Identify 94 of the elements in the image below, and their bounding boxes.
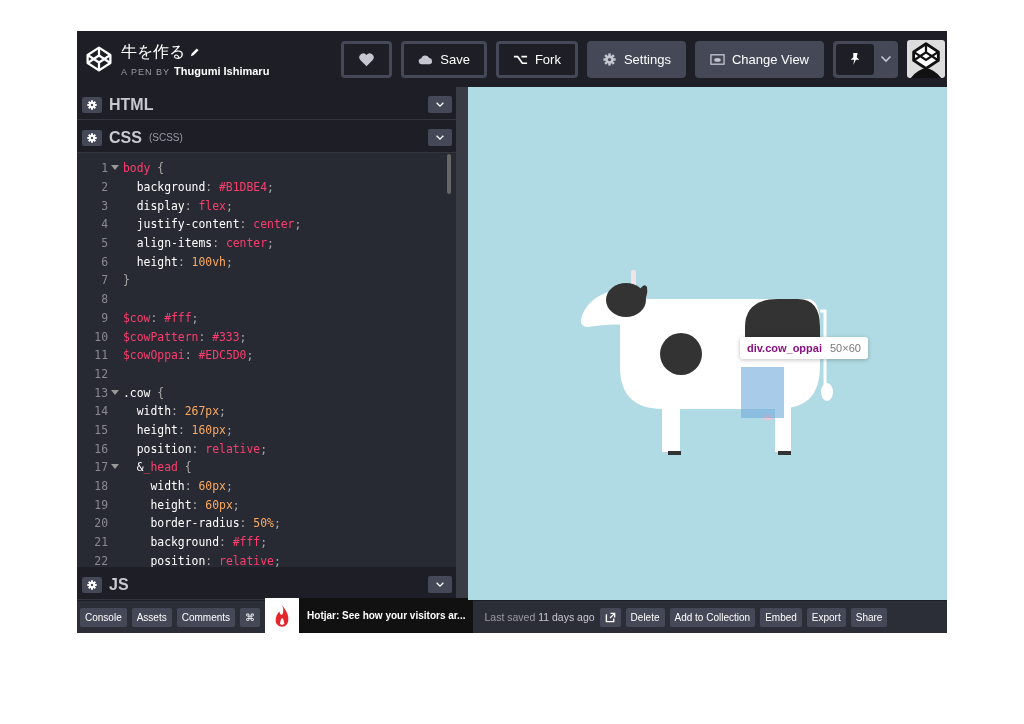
line-number: 2 — [100, 180, 108, 195]
editor-subtitle: (SCSS) — [148, 132, 183, 143]
header-button[interactable]: Fork — [495, 40, 578, 78]
line-number: 8 — [100, 292, 108, 307]
header-button[interactable]: Save — [401, 40, 487, 78]
author-link[interactable]: Thugumi Ishimaru — [174, 64, 270, 77]
pencil-icon[interactable] — [189, 46, 200, 58]
chevron-down-icon — [435, 134, 445, 141]
open-external-button[interactable] — [599, 607, 621, 627]
line-number: 5 — [100, 236, 108, 251]
line-number: 1 — [100, 161, 108, 176]
fold-icon[interactable] — [111, 165, 119, 172]
line-number: 10 — [93, 329, 108, 344]
chevron-down-icon — [435, 581, 445, 588]
caret-icon[interactable] — [880, 55, 892, 63]
element-selector: div.cow_oppai — [747, 342, 822, 354]
code-line: $cowOppai: #EDC5D0; — [123, 348, 254, 363]
code-line: $cow: #fff; — [123, 310, 199, 325]
code-line: background: #fff; — [149, 535, 268, 550]
code-line: width: 60px; — [149, 479, 233, 494]
chevron-down-icon — [435, 101, 445, 108]
code-line: width: 267px; — [135, 404, 226, 419]
pin-button[interactable] — [836, 43, 874, 75]
line-number: 7 — [100, 273, 108, 288]
line-number: 22 — [93, 553, 108, 567]
code-line: height: 60px; — [149, 497, 240, 512]
collapse-button[interactable] — [428, 576, 452, 593]
logo-icon[interactable] — [85, 45, 113, 73]
header-button[interactable]: Change View — [694, 40, 824, 78]
gear-icon — [601, 52, 617, 66]
line-number: 9 — [100, 310, 108, 325]
settings-icon[interactable] — [82, 96, 102, 113]
code-line: $cowPattern: #333; — [123, 329, 247, 344]
heart-icon — [358, 51, 376, 67]
code-line: justify-content: center; — [135, 217, 302, 232]
line-number: 17 — [93, 460, 108, 475]
code-line: border-radius: 50%; — [149, 516, 281, 531]
footer-button[interactable]: Delete — [625, 607, 665, 627]
footer-button[interactable]: Share — [850, 607, 888, 627]
line-number: 15 — [93, 422, 108, 437]
line-number: 13 — [93, 385, 108, 400]
line-number: 11 — [93, 348, 108, 363]
code-editor[interactable] — [77, 153, 456, 567]
byline-label: A PEN BY — [121, 66, 171, 77]
code-line: display: flex; — [135, 198, 233, 213]
avatar-icon[interactable] — [907, 40, 945, 78]
heart-button[interactable] — [341, 40, 393, 78]
code-line: height: 100vh; — [135, 254, 233, 269]
eye-icon — [709, 52, 725, 66]
fold-icon[interactable] — [111, 464, 119, 471]
line-number: 3 — [100, 198, 108, 213]
line-number: 6 — [100, 254, 108, 269]
code-line: } — [123, 273, 130, 288]
line-number: 12 — [93, 366, 108, 381]
footer-button[interactable]: Assets — [131, 607, 172, 627]
editor-title: HTML — [109, 95, 154, 114]
element-size: 50×60 — [830, 342, 861, 354]
footer-button[interactable]: ⌘ — [240, 607, 261, 627]
settings-icon[interactable] — [82, 129, 102, 146]
line-number: 21 — [93, 535, 108, 550]
code-line: body { — [123, 161, 165, 176]
footer-button[interactable]: Export — [806, 607, 846, 627]
external-link-icon — [604, 611, 616, 623]
code-line: position: relative; — [149, 553, 281, 567]
footer-button[interactable]: Comments — [176, 607, 236, 627]
fold-icon[interactable] — [111, 389, 119, 396]
collapse-button[interactable] — [428, 129, 452, 146]
element-highlight — [741, 367, 784, 418]
editor-title: JS — [109, 575, 129, 594]
ad-link[interactable]: Hotjar: See how your visitors ar... — [299, 598, 474, 633]
footer-button[interactable]: Embed — [760, 607, 802, 627]
scrollbar-thumb[interactable] — [447, 154, 451, 194]
line-number: 20 — [93, 516, 108, 531]
footer-button[interactable]: Console — [80, 607, 127, 627]
pen-title: 牛を作る — [121, 41, 185, 63]
code-line: background: #B1DBE4; — [135, 180, 274, 195]
code-line: position: relative; — [135, 441, 268, 456]
line-number: 18 — [93, 479, 108, 494]
code-line: height: 160px; — [135, 422, 233, 437]
footer-button[interactable]: Add to Collection — [669, 607, 756, 627]
collapse-button[interactable] — [428, 96, 452, 113]
pin-icon — [849, 52, 861, 66]
header-button[interactable]: Settings — [586, 40, 686, 78]
settings-icon[interactable] — [82, 576, 102, 593]
code-line: align-items: center; — [135, 236, 274, 251]
line-number: 16 — [93, 441, 108, 456]
code-line: &_head { — [135, 460, 192, 475]
line-number: 19 — [93, 497, 108, 512]
line-number: 14 — [93, 404, 108, 419]
last-saved-text: Last saved 11 days ago — [484, 611, 595, 623]
cloud-icon — [418, 52, 434, 66]
line-number: 4 — [100, 217, 108, 232]
editor-title: CSS — [109, 128, 142, 147]
code-line: .cow { — [123, 385, 165, 400]
